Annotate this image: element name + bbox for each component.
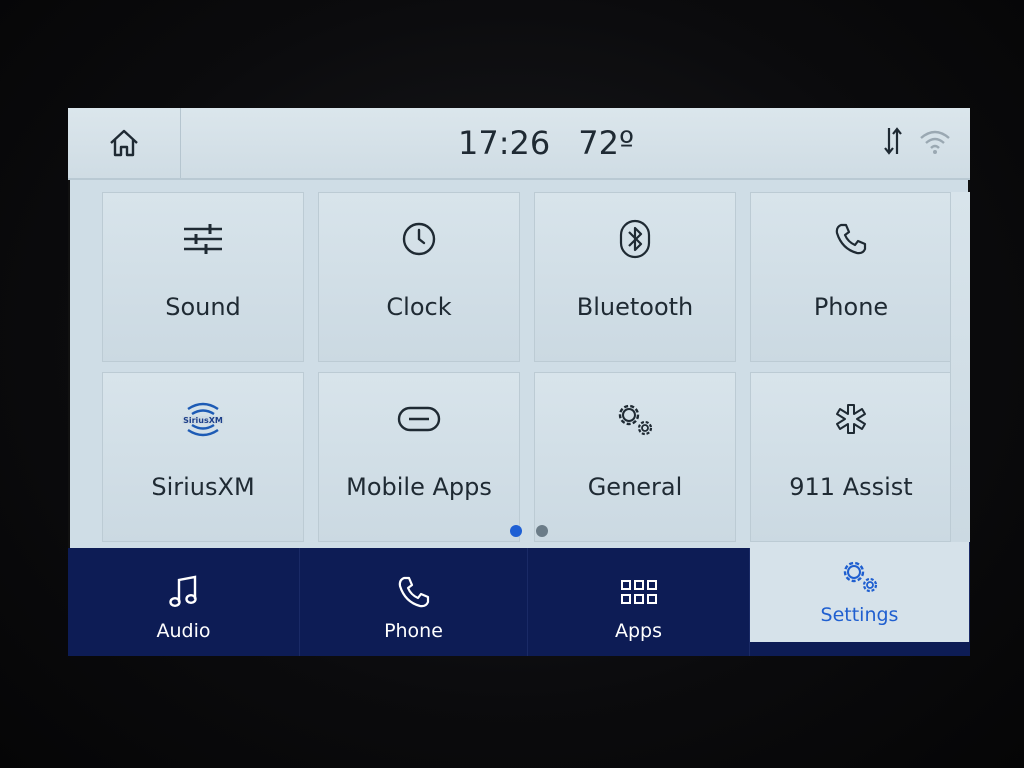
tile-label: SiriusXM: [151, 473, 255, 501]
music-note-icon: [168, 575, 197, 608]
tile-label: Bluetooth: [576, 293, 694, 321]
next-page-tile-peek: [950, 192, 970, 542]
siriusxm-icon: SiriusXM: [182, 402, 224, 437]
tile-sound[interactable]: Sound: [102, 192, 304, 362]
tile-mobile-apps[interactable]: Mobile Apps: [318, 372, 520, 542]
page-dot-2[interactable]: [536, 525, 548, 537]
page-indicator: [510, 525, 548, 537]
nav-apps[interactable]: Apps: [528, 548, 750, 656]
tile-siriusxm[interactable]: SiriusXM SiriusXM: [102, 372, 304, 542]
nav-label: Apps: [614, 620, 663, 642]
nav-settings[interactable]: Settings: [750, 542, 970, 642]
nav-label: Phone: [384, 620, 443, 642]
tile-phone[interactable]: Phone: [750, 192, 952, 362]
tile-label: Mobile Apps: [346, 473, 492, 501]
home-icon: [110, 129, 138, 157]
link-icon: [397, 406, 441, 432]
wifi-icon: [920, 130, 950, 154]
tile-911-assist[interactable]: 911 Assist: [750, 372, 952, 542]
infotainment-screen: 17:26 72º Sound Clock Bluetooth Phone Si…: [68, 108, 970, 656]
tile-label: Sound: [165, 293, 241, 321]
settings-grid: Sound Clock Bluetooth Phone SiriusXM Sir…: [102, 192, 962, 542]
gears-icon: [618, 404, 653, 436]
data-transfer-icon: [884, 127, 902, 155]
bottom-nav: Audio Phone Apps Settings: [68, 542, 970, 656]
nav-phone[interactable]: Phone: [300, 548, 528, 656]
clock-icon: [402, 222, 436, 256]
home-button[interactable]: [68, 108, 181, 178]
clock-temperature: 17:26 72º: [458, 122, 634, 164]
siriusxm-logo-text: SiriusXM: [183, 416, 223, 425]
phone-icon: [398, 576, 429, 608]
page-dot-1[interactable]: [510, 525, 522, 537]
status-bar: 17:26 72º: [68, 108, 970, 180]
nav-label: Audio: [156, 620, 211, 642]
time-display: 17:26: [458, 124, 551, 162]
tile-general[interactable]: General: [534, 372, 736, 542]
sliders-icon: [184, 224, 222, 254]
temperature-display: 72º: [578, 124, 635, 162]
tile-label: Phone: [813, 293, 889, 321]
status-icons: [882, 124, 952, 158]
tile-clock[interactable]: Clock: [318, 192, 520, 362]
apps-grid-icon: [620, 580, 657, 604]
nav-label: Settings: [820, 604, 899, 626]
tile-label: General: [587, 473, 683, 501]
tile-label: 911 Assist: [789, 473, 913, 501]
phone-icon: [835, 223, 867, 255]
gears-icon: [843, 561, 877, 593]
tile-label: Clock: [386, 293, 452, 321]
tile-bluetooth[interactable]: Bluetooth: [534, 192, 736, 362]
nav-audio[interactable]: Audio: [68, 548, 300, 656]
bluetooth-icon: [619, 219, 651, 259]
asterisk-icon: [836, 404, 866, 434]
